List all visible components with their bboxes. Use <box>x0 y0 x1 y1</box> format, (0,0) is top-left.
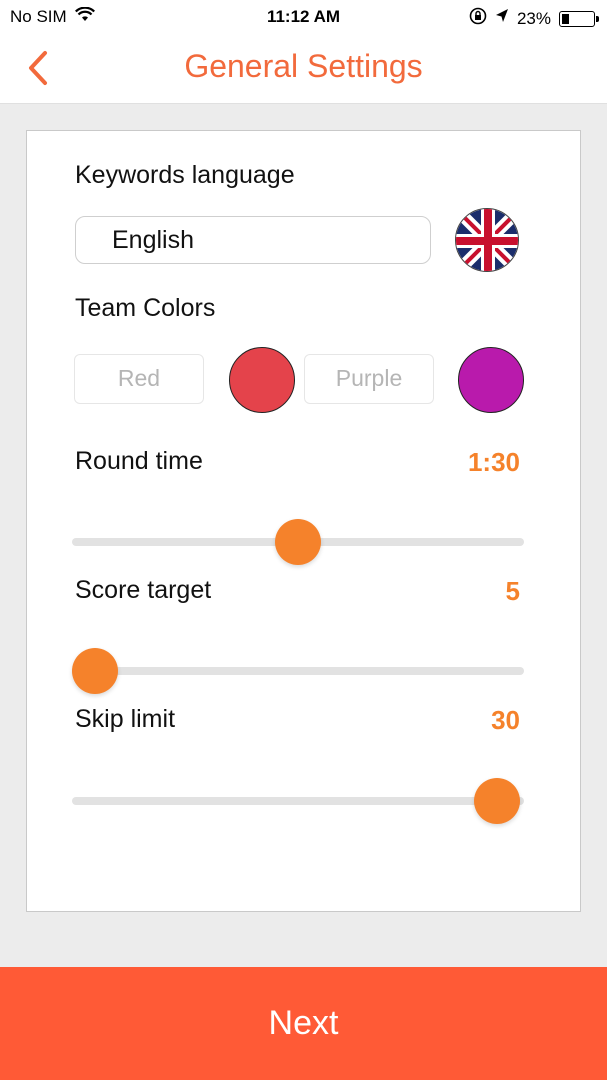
battery-fill <box>562 13 569 24</box>
score-target-slider-thumb[interactable] <box>72 648 118 694</box>
skip-limit-slider[interactable] <box>72 778 524 824</box>
nav-bar: General Settings <box>0 34 607 104</box>
battery-icon <box>559 10 599 27</box>
skip-limit-slider-thumb[interactable] <box>474 778 520 824</box>
skip-limit-label: Skip limit <box>75 705 176 733</box>
team-1-color-swatch[interactable] <box>229 347 295 413</box>
location-arrow-icon <box>495 8 509 29</box>
uk-flag-icon[interactable] <box>455 208 519 272</box>
status-right: 23% <box>469 7 599 30</box>
team-2-name-input[interactable]: Purple <box>304 354 434 404</box>
round-time-slider-thumb[interactable] <box>275 519 321 565</box>
battery-percent: 23% <box>516 8 551 28</box>
round-time-slider[interactable] <box>72 519 524 565</box>
keywords-language-label: Keywords language <box>75 161 295 189</box>
status-bar: No SIM 11:12 AM 23% <box>0 0 607 34</box>
team-1-name-input[interactable]: Red <box>74 354 204 404</box>
next-button[interactable]: Next <box>0 967 607 1080</box>
round-time-label: Round time <box>75 447 203 475</box>
orientation-lock-icon <box>469 7 487 30</box>
round-time-value: 1:30 <box>467 447 520 477</box>
language-select[interactable]: English <box>75 216 431 264</box>
skip-limit-value: 30 <box>491 705 520 735</box>
score-target-slider[interactable] <box>72 648 524 694</box>
team-2-color-swatch[interactable] <box>458 347 524 413</box>
score-target-value: 5 <box>505 576 520 606</box>
page-title: General Settings <box>184 48 423 84</box>
team-colors-label: Team Colors <box>75 294 216 322</box>
settings-card: Keywords language English Team Colors Re… <box>26 130 581 912</box>
score-target-label: Score target <box>75 576 212 604</box>
